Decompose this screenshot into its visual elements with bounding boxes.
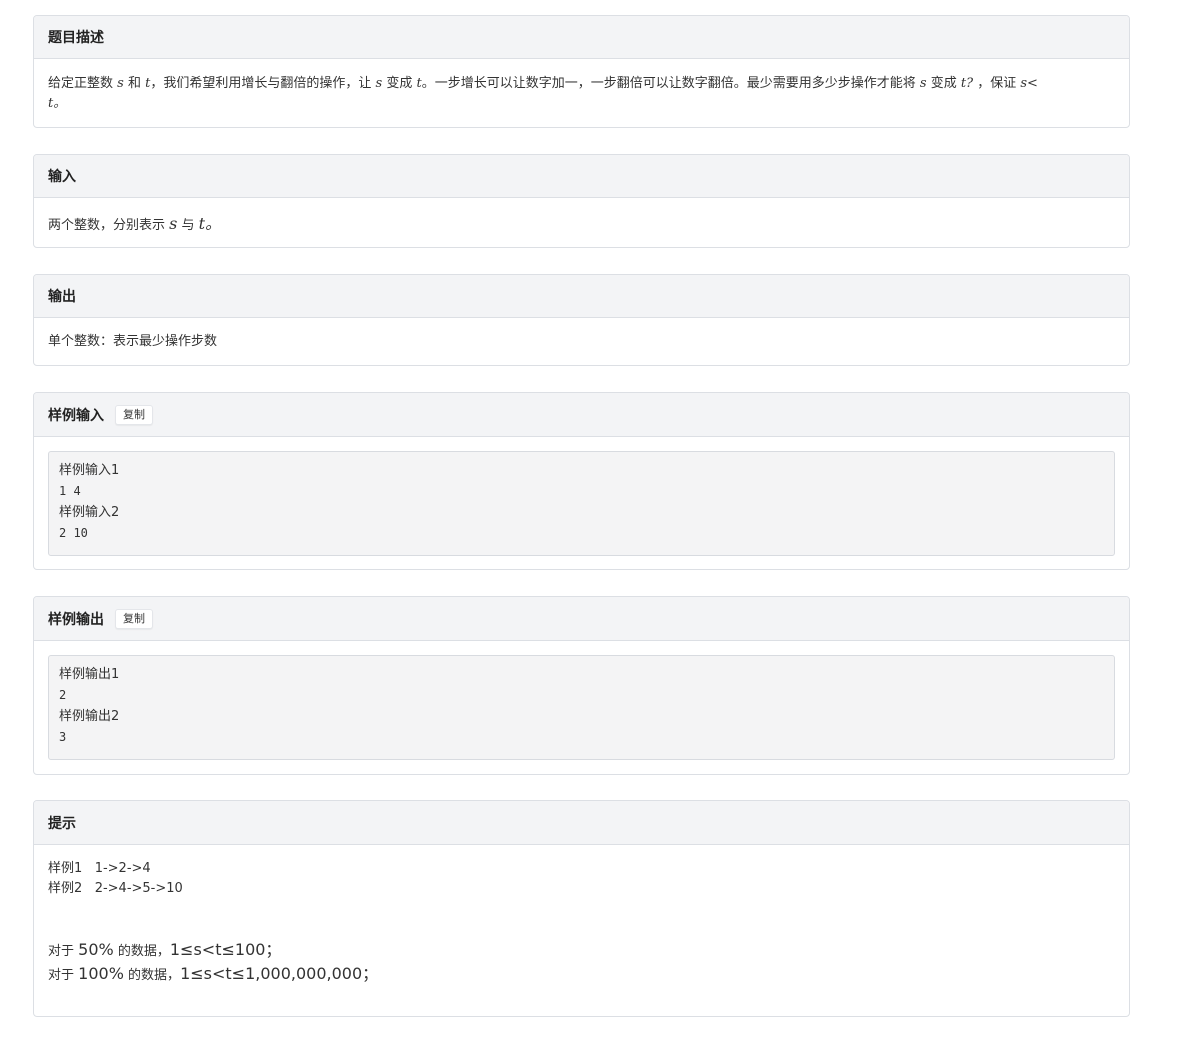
hint-header: 提示 [34,801,1129,845]
description-body: 给定正整数 s 和 t，我们希望利用增长与翻倍的操作，让 s 变成 t。一步增长… [34,59,1129,114]
input-text: 两个整数，分别表示 [48,218,166,233]
math-s: s [117,76,124,91]
hint-example-label: 样例1 [48,861,83,876]
sample-input-code[interactable]: 样例输入1 1 4 样例输入2 2 10 [48,451,1115,556]
math-cond: s< [1020,76,1038,91]
hint-title: 提示 [48,815,76,832]
sample-line: 样例输出2 [59,709,120,724]
desc-seg: 变成 [386,76,413,91]
description-header: 题目描述 [34,16,1129,59]
sample-line: 样例输入2 [59,505,120,520]
sample-line: 2 [59,688,67,702]
output-panel: 输出 单个整数：表示最少操作步数 [33,274,1130,366]
hint-panel: 提示 样例1 1->2->4 样例2 2->4->5->10 对于 50% 的数… [33,800,1130,1017]
description-title: 题目描述 [48,30,104,46]
hint-range-percent: 50% [78,940,114,959]
sample-line: 2 10 [59,526,88,540]
hint-range-50: 对于 50% 的数据，1≤s<t≤100； [48,939,1115,963]
sample-output-body: 样例输出1 2 样例输出2 3 [34,641,1129,760]
output-body: 单个整数：表示最少操作步数 [34,318,1129,352]
math-s: s [375,76,383,91]
hint-range-text: 对于 [48,944,75,959]
input-text: 与 [181,218,195,233]
math-s: s [919,76,927,91]
sample-output-copy-button[interactable]: 复制 [115,608,153,629]
desc-seg: 和 [127,76,141,91]
math-t-end: t。 [48,96,67,111]
input-title: 输入 [48,169,76,185]
hint-range-text: 的数据， [117,944,170,959]
sample-input-title: 样例输入 [48,407,104,424]
output-header: 输出 [34,275,1129,318]
input-header: 输入 [34,155,1129,198]
input-body: 两个整数，分别表示 s 与 t。 [34,198,1129,236]
output-text: 单个整数：表示最少操作步数 [48,334,218,349]
sample-input-header: 样例输入 复制 [34,393,1129,437]
sample-line: 样例输入1 [59,463,120,478]
input-panel: 输入 两个整数，分别表示 s 与 t。 [33,154,1130,248]
sample-output-header: 样例输出 复制 [34,597,1129,641]
sample-output-panel: 样例输出 复制 样例输出1 2 样例输出2 3 [33,596,1130,775]
sample-line: 1 4 [59,484,81,498]
hint-example-path: 2->4->5->10 [94,881,183,896]
hint-range-100: 对于 100% 的数据，1≤s<t≤1,000,000,000； [48,963,1115,987]
sample-line: 3 [59,730,67,744]
sample-input-copy-button[interactable]: 复制 [115,404,153,425]
hint-example-label: 样例2 [48,881,83,896]
sample-output-code[interactable]: 样例输出1 2 样例输出2 3 [48,655,1115,760]
desc-seg: 变成 [930,76,957,91]
desc-seg: 。一步增长可以让数字加一，一步翻倍可以让数字翻倍。最少需要用多少步操作才能将 [421,76,916,91]
sample-line: 样例输出1 [59,667,120,682]
math-s: s [169,214,178,233]
desc-seg: ，保证 [977,76,1017,91]
hint-range-expr: 1≤s<t≤100； [169,940,282,959]
sample-output-title: 样例输出 [48,611,104,628]
math-t: t。 [198,214,222,233]
sample-input-body: 样例输入1 1 4 样例输入2 2 10 [34,437,1129,556]
desc-seg: 给定正整数 [48,76,114,91]
hint-example-path: 1->2->4 [94,861,151,876]
sample-input-panel: 样例输入 复制 样例输入1 1 4 样例输入2 2 10 [33,392,1130,570]
description-panel: 题目描述 给定正整数 s 和 t，我们希望利用增长与翻倍的操作，让 s 变成 t… [33,15,1130,128]
hint-range-expr: 1≤s<t≤1,000,000,000； [180,964,379,983]
hint-range-percent: 100% [78,964,124,983]
output-title: 输出 [48,289,76,305]
description-text: 给定正整数 s 和 t，我们希望利用增长与翻倍的操作，让 s 变成 t。一步增长… [48,76,1038,111]
desc-seg: ，我们希望利用增长与翻倍的操作，让 [150,76,372,91]
math-t: t? [960,76,974,91]
hint-example-2: 样例2 2->4->5->10 [48,879,1115,899]
hint-example-1: 样例1 1->2->4 [48,859,1115,879]
hint-range-text: 对于 [48,968,75,983]
hint-range-text: 的数据， [128,968,181,983]
hint-body: 样例1 1->2->4 样例2 2->4->5->10 对于 50% 的数据，1… [34,845,1129,987]
